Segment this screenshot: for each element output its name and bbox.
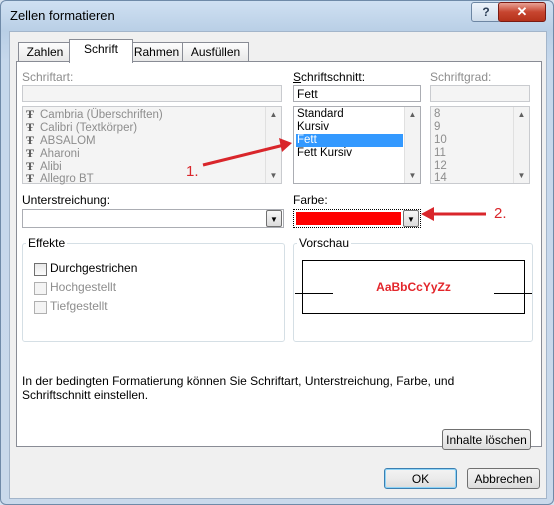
annotation-arrowhead-1 [279, 138, 292, 152]
annotation-arrowhead-2 [421, 207, 434, 221]
annotation-overlay [202, 138, 486, 221]
tab-schrift[interactable]: Schrift [69, 39, 133, 63]
annotation-label-2: 2. [494, 205, 507, 222]
annotation-label-1: 1. [186, 163, 199, 180]
annotation-arrow-1 [202, 143, 285, 167]
